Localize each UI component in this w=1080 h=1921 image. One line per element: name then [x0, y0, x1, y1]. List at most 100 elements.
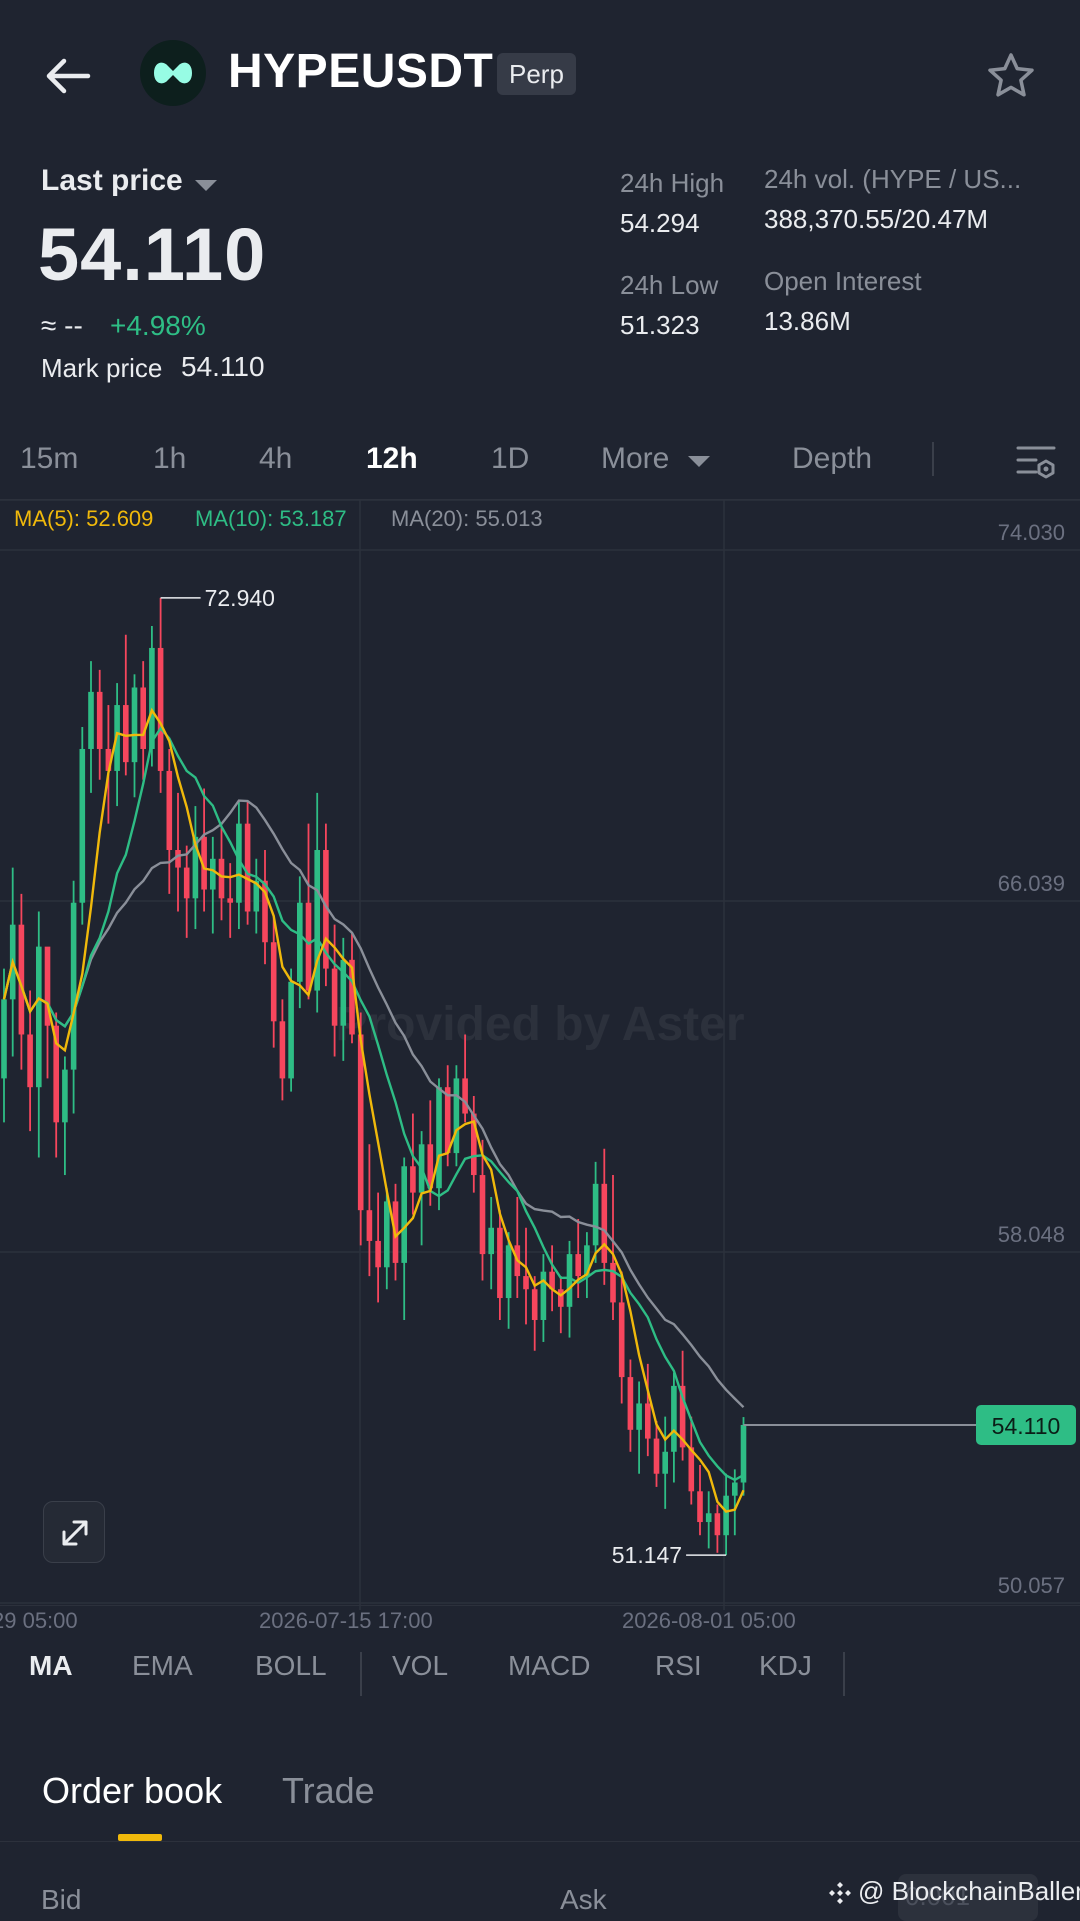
candle-body — [592, 1183, 599, 1246]
tabs-divider — [932, 442, 934, 476]
candle-body — [218, 858, 225, 899]
expand-icon — [62, 1520, 88, 1546]
candle-body — [131, 687, 138, 763]
candle-body — [636, 1403, 642, 1430]
indicator-boll[interactable]: BOLL — [255, 1650, 327, 1682]
candle-body — [244, 823, 251, 912]
binance-logo-icon — [829, 1882, 851, 1904]
time-axis-label: 2026-08-01 05:00 — [622, 1608, 796, 1633]
candle-body — [227, 898, 233, 903]
timeframe-tabs: 15m 1h 4h 12h 1D More Depth — [0, 430, 1080, 500]
star-icon[interactable] — [985, 50, 1037, 102]
candle-body — [653, 1438, 660, 1474]
candle-body — [662, 1451, 668, 1474]
candle-body — [279, 1021, 286, 1079]
tab-12h[interactable]: 12h — [366, 442, 418, 476]
candle-body — [540, 1271, 547, 1320]
tab-more[interactable]: More — [601, 442, 669, 476]
candle-body — [462, 1078, 468, 1114]
indicator-tabs: MA EMA BOLL VOL MACD RSI KDJ — [0, 1650, 1080, 1720]
price-axis-label: 74.030 — [998, 520, 1065, 545]
candle-body — [384, 1201, 390, 1268]
candle-body — [366, 1210, 373, 1241]
candle-body — [1, 999, 7, 1079]
indicator-macd[interactable]: MACD — [508, 1650, 590, 1682]
candle-body — [79, 748, 86, 903]
back-arrow-icon[interactable] — [40, 48, 96, 104]
candle-body — [175, 850, 181, 868]
candle-body — [210, 858, 216, 890]
tab-15m[interactable]: 15m — [20, 442, 78, 476]
current-price-tag-label: 54.110 — [992, 1413, 1061, 1439]
candle-body — [523, 1276, 529, 1290]
candle-body — [331, 968, 338, 1026]
candle-body — [140, 687, 146, 749]
candle-body — [497, 1227, 503, 1299]
candle-body — [96, 691, 103, 749]
fullscreen-button[interactable] — [43, 1501, 105, 1563]
candle-body — [505, 1245, 512, 1299]
candle-body — [479, 1175, 486, 1255]
indicator-vol[interactable]: VOL — [392, 1650, 448, 1682]
active-tab-indicator — [118, 1834, 162, 1841]
candle-body — [270, 942, 277, 1022]
candle-body — [444, 1087, 451, 1154]
perp-badge: Perp — [497, 53, 576, 95]
time-axis-border — [0, 1605, 1080, 1606]
hyperliquid-logo — [140, 40, 206, 106]
price-change-percent: +4.98% — [110, 310, 206, 341]
chart-settings-icon[interactable] — [1014, 440, 1058, 484]
candle-body — [575, 1254, 581, 1277]
candle-body — [166, 770, 173, 851]
last-price-label[interactable]: Last price — [41, 164, 183, 198]
price-axis-label: 50.057 — [998, 1573, 1065, 1598]
candle-body — [645, 1403, 651, 1439]
candle-body — [157, 647, 164, 771]
candle-body — [27, 1034, 33, 1088]
header-bar: HYPEUSDT Perp — [0, 0, 1080, 150]
open-interest-label: Open Interest — [764, 266, 922, 296]
candle-body — [36, 946, 42, 1088]
pair-title[interactable]: HYPEUSDT — [228, 44, 493, 99]
candle-body — [436, 1087, 442, 1189]
tab-4h[interactable]: 4h — [259, 442, 292, 476]
tab-trade[interactable]: Trade — [282, 1770, 375, 1812]
candle-body — [531, 1289, 538, 1320]
time-axis-label: 2026-07-15 17:00 — [259, 1608, 433, 1633]
candle-body — [740, 1424, 747, 1483]
indicator-rsi[interactable]: RSI — [655, 1650, 702, 1682]
indicator-divider — [843, 1652, 845, 1696]
candle-body — [453, 1078, 460, 1154]
candle-body — [123, 705, 129, 763]
tab-order-book[interactable]: Order book — [42, 1770, 222, 1812]
indicator-ma[interactable]: MA — [29, 1650, 73, 1682]
tab-1d[interactable]: 1D — [491, 442, 529, 476]
candle-body — [671, 1385, 677, 1452]
candle-body — [488, 1227, 494, 1255]
candle-body — [410, 1166, 416, 1193]
more-dropdown-icon[interactable] — [688, 456, 710, 467]
high-24h-label: 24h High — [620, 168, 725, 198]
low-marker-label: 51.147 — [612, 1542, 682, 1568]
mark-price-value: 54.110 — [181, 351, 265, 382]
indicator-ema[interactable]: EMA — [132, 1650, 193, 1682]
indicator-kdj[interactable]: KDJ — [759, 1650, 812, 1682]
volume-24h-label: 24h vol. (HYPE / US... — [764, 164, 1022, 194]
candle-body — [70, 902, 77, 1070]
candle-body — [357, 1034, 364, 1211]
open-interest-value: 13.86M — [764, 306, 851, 336]
candle-body — [288, 981, 294, 1079]
candlestick-chart[interactable]: 74.03066.03958.04850.057Provided by Aste… — [0, 500, 1080, 1610]
time-axis-label: 29 05:00 — [0, 1608, 78, 1633]
creator-watermark: @ BlockchainBaller — [858, 1876, 1080, 1906]
mark-price-label: Mark price — [41, 353, 163, 383]
candle-body — [297, 902, 303, 982]
tab-depth[interactable]: Depth — [792, 442, 872, 476]
candle-body — [183, 867, 190, 899]
candle-body — [401, 1166, 407, 1263]
candle-body — [627, 1377, 634, 1430]
candle-body — [601, 1183, 608, 1263]
last-price-dropdown-icon[interactable] — [195, 180, 217, 191]
candle-body — [305, 902, 312, 991]
tab-1h[interactable]: 1h — [153, 442, 186, 476]
